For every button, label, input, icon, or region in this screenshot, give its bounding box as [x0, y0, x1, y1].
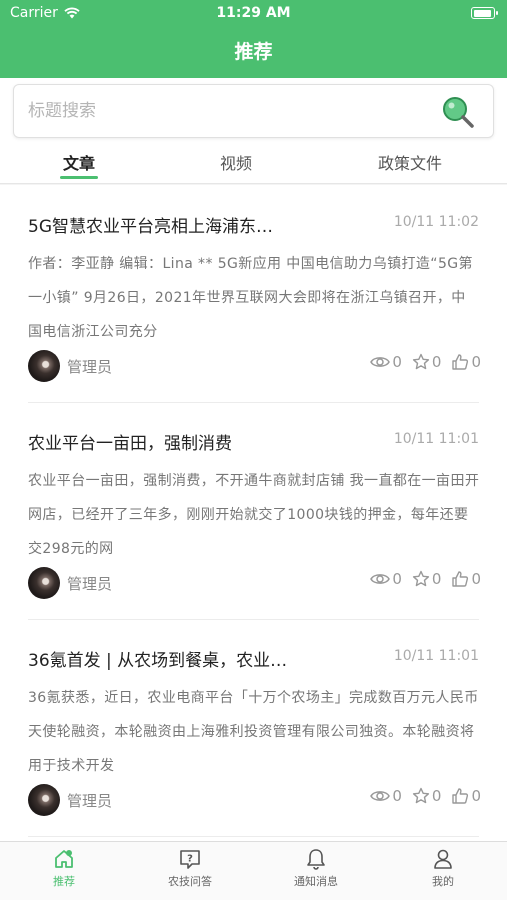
- nav-label: 我的: [432, 875, 454, 888]
- article-card[interactable]: 农业平台一亩田，强制消费 10/11 11:01 农业平台一亩田，强制消费，不开…: [0, 402, 507, 620]
- status-time: 11:29 AM: [216, 5, 291, 21]
- favorites-count: 0: [431, 787, 442, 805]
- app-header: Carrier 11:29 AM 推荐: [0, 0, 507, 78]
- article-author: 管理员: [67, 358, 113, 376]
- nav-item-recommend[interactable]: 推荐: [14, 848, 114, 889]
- favorites-count: 0: [431, 570, 442, 588]
- views-count: 0: [392, 570, 402, 588]
- eye-icon: [370, 791, 391, 801]
- article-author: 管理员: [67, 792, 113, 810]
- views-count: 0: [392, 353, 402, 371]
- bell-icon: [307, 849, 325, 870]
- views-stat: 0: [370, 570, 402, 588]
- page-title: 推荐: [234, 41, 273, 63]
- article-date: 10/11 11:02: [393, 214, 479, 230]
- article-title[interactable]: 农业平台一亩田，强制消费: [28, 429, 348, 454]
- nav-item-me[interactable]: 我的: [393, 848, 493, 889]
- article-card[interactable]: 5G智慧农业平台亮相上海浦东… 10/11 11:02 作者：李亚静 编辑：Li…: [0, 185, 507, 403]
- likes-stat[interactable]: 0: [451, 353, 481, 371]
- likes-count: 0: [471, 787, 481, 805]
- avatar: [28, 350, 60, 382]
- search-box[interactable]: [13, 84, 494, 138]
- eye-icon: [370, 574, 391, 584]
- battery-icon: [471, 7, 498, 19]
- search-icon[interactable]: [441, 95, 475, 129]
- likes-count: 0: [471, 353, 481, 371]
- article-summary: 农业平台一亩田，强制消费，不开通牛商就封店铺 我一直都在一亩田开网店，已经开了三…: [28, 473, 480, 557]
- status-bar: Carrier 11:29 AM: [0, 0, 507, 28]
- views-stat: 0: [370, 787, 402, 805]
- article-card[interactable]: 36氪首发 | 从农场到餐桌，农业… 10/11 11:01 36氪获悉，近日，…: [0, 619, 507, 837]
- nav-label: 农技问答: [168, 875, 212, 888]
- star-icon[interactable]: [412, 787, 430, 805]
- thumbs-up-icon[interactable]: [451, 787, 469, 805]
- likes-stat[interactable]: 0: [451, 570, 481, 588]
- question-icon: ?: [180, 850, 200, 869]
- bottom-nav: 推荐 ? 农技问答 通知消息 我的: [0, 841, 507, 900]
- views-count: 0: [392, 787, 402, 805]
- user-icon: [434, 849, 452, 869]
- search-input[interactable]: [28, 95, 428, 127]
- star-icon[interactable]: [412, 570, 430, 588]
- favorites-count: 0: [431, 353, 442, 371]
- favorites-stat[interactable]: 0: [412, 570, 442, 588]
- thumbs-up-icon[interactable]: [451, 353, 469, 371]
- favorites-stat[interactable]: 0: [412, 353, 442, 371]
- nav-item-notifications[interactable]: 通知消息: [266, 848, 366, 889]
- tab-articles[interactable]: 文章: [60, 150, 98, 174]
- views-stat: 0: [370, 353, 402, 371]
- tab-bar: 文章 视频 政策文件: [0, 142, 507, 184]
- nav-item-qa[interactable]: ? 农技问答: [140, 848, 240, 889]
- divider: [28, 836, 479, 837]
- search-section: 文章 视频 政策文件: [0, 78, 507, 184]
- article-list: 5G智慧农业平台亮相上海浦东… 10/11 11:02 作者：李亚静 编辑：Li…: [0, 185, 507, 841]
- article-summary: 作者：李亚静 编辑：Lina ** 5G新应用 中国电信助力乌镇打造“5G第一小…: [28, 256, 473, 340]
- nav-label: 推荐: [53, 875, 75, 888]
- likes-stat[interactable]: 0: [451, 787, 481, 805]
- tab-policy-docs[interactable]: 政策文件: [372, 150, 448, 174]
- article-stats: 0 0 0: [370, 787, 481, 805]
- article-title[interactable]: 36氪首发 | 从农场到餐桌，农业…: [28, 646, 348, 671]
- home-icon: [55, 850, 73, 868]
- article-summary: 36氪获悉，近日，农业电商平台「十万个农场主」完成数百万元人民币天使轮融资，本轮…: [28, 690, 479, 774]
- favorites-stat[interactable]: 0: [412, 787, 442, 805]
- eye-icon: [370, 357, 391, 367]
- likes-count: 0: [471, 570, 481, 588]
- article-title[interactable]: 5G智慧农业平台亮相上海浦东…: [28, 212, 348, 237]
- thumbs-up-icon[interactable]: [451, 570, 469, 588]
- article-author: 管理员: [67, 575, 113, 593]
- avatar: [28, 784, 60, 816]
- svg-text:?: ?: [187, 854, 193, 865]
- active-tab-indicator: [60, 176, 98, 179]
- avatar: [28, 567, 60, 599]
- nav-label: 通知消息: [294, 875, 338, 888]
- tab-videos[interactable]: 视频: [216, 150, 256, 174]
- star-icon[interactable]: [412, 353, 430, 371]
- article-stats: 0 0 0: [370, 353, 481, 371]
- article-stats: 0 0 0: [370, 570, 481, 588]
- article-date: 10/11 11:01: [393, 431, 479, 447]
- article-date: 10/11 11:01: [393, 648, 479, 664]
